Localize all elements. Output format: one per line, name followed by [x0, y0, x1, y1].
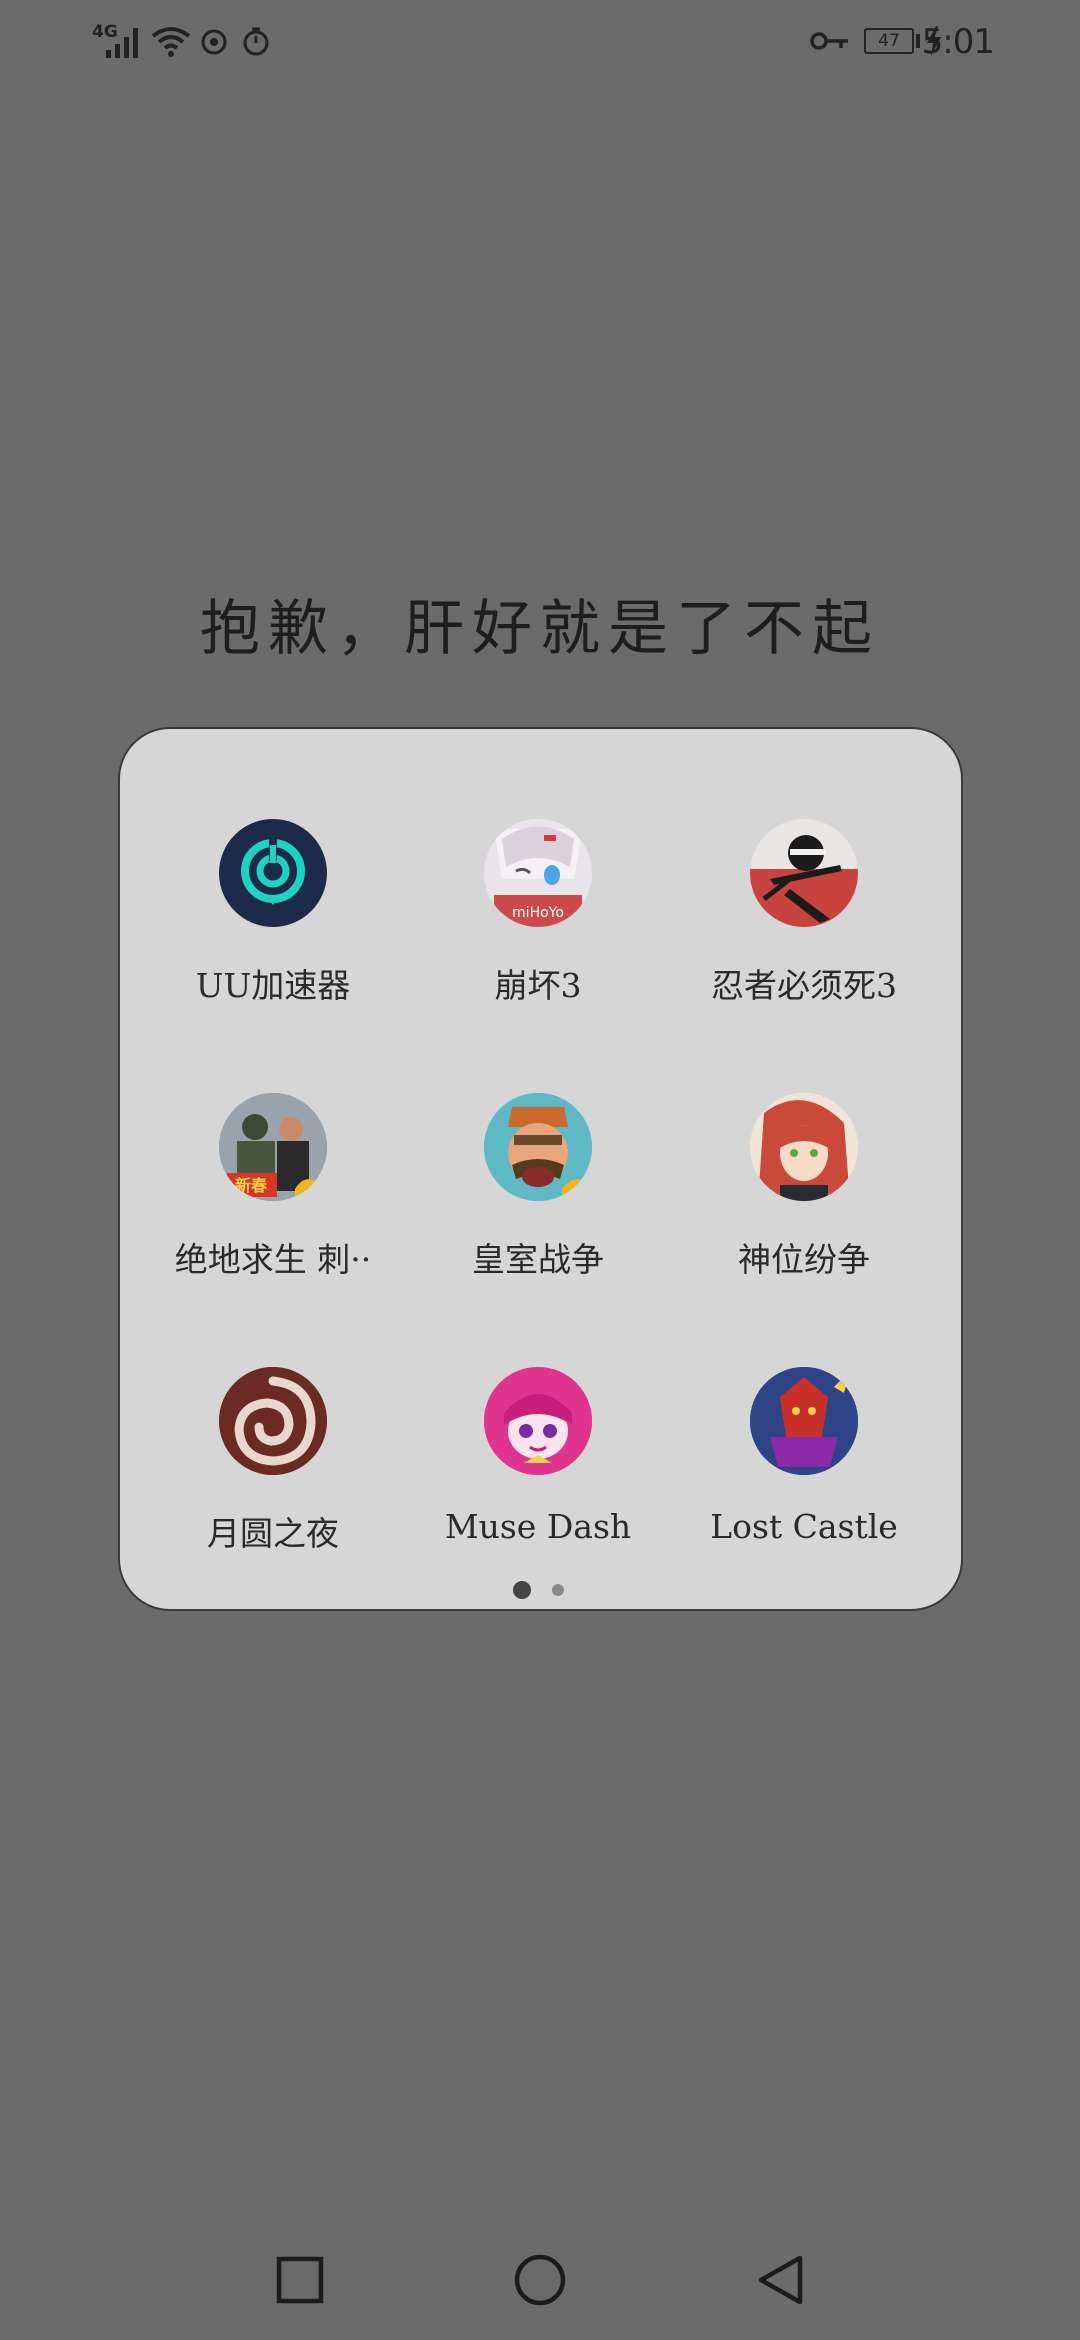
honkai-impact-icon: miHoYo	[484, 819, 592, 927]
battery-cap	[916, 34, 920, 48]
app-lost-castle[interactable]: Lost Castle	[664, 1367, 944, 1597]
app-pubg-mobile[interactable]: 新春 绝地求生 刺··	[133, 1093, 413, 1323]
page-indicator-dot-active[interactable]	[513, 1581, 531, 1599]
svg-text:新春: 新春	[235, 1176, 268, 1195]
signal-icon	[106, 28, 138, 58]
app-label: 崩坏3	[494, 966, 582, 1005]
app-label: Muse Dash	[444, 1507, 632, 1546]
app-honkai-impact[interactable]: miHoYo 崩坏3	[398, 819, 678, 1049]
uu-accelerator-icon	[219, 819, 327, 927]
divine-dispute-icon	[750, 1093, 858, 1201]
battery-icon: 47	[864, 28, 914, 54]
clock: 5:01	[921, 22, 995, 62]
app-clash-royale[interactable]: 皇室战争	[398, 1093, 678, 1323]
home-button[interactable]	[514, 2254, 566, 2306]
svg-text:miHoYo: miHoYo	[512, 905, 564, 921]
app-uu-accelerator[interactable]: UU加速器	[133, 819, 413, 1049]
status-bar: 4G 47 5:01	[0, 0, 1080, 84]
timer-icon	[243, 27, 269, 56]
pubg-mobile-icon: 新春	[219, 1093, 327, 1201]
location-icon	[201, 29, 227, 55]
app-muse-dash[interactable]: Muse Dash	[398, 1367, 678, 1597]
muse-dash-icon	[484, 1367, 592, 1475]
app-label: 忍者必须死3	[711, 966, 897, 1005]
page-indicator-dot[interactable]	[552, 1584, 564, 1596]
app-ninja-must-die[interactable]: 忍者必须死3	[664, 819, 944, 1049]
app-label: 月圆之夜	[207, 1514, 339, 1553]
app-full-moon-night[interactable]: 月圆之夜	[133, 1367, 413, 1597]
ninja-must-die-icon	[750, 819, 858, 927]
clash-royale-icon	[484, 1093, 592, 1201]
full-moon-night-icon	[219, 1367, 327, 1475]
back-button[interactable]	[756, 2254, 804, 2306]
app-label: Lost Castle	[710, 1507, 898, 1546]
app-label: UU加速器	[195, 966, 351, 1005]
lost-castle-icon	[750, 1367, 858, 1475]
app-label: 绝地求生 刺··	[174, 1240, 372, 1279]
folder-panel: UU加速器 miHoYo 崩坏3 忍者必须死3 新春 绝地求生 刺·· 皇室战争…	[118, 727, 963, 1611]
folder-title[interactable]: 抱歉，肝好就是了不起	[0, 580, 1080, 667]
app-divine-dispute[interactable]: 神位纷争	[664, 1093, 944, 1323]
recent-apps-button[interactable]	[276, 2256, 324, 2304]
app-label: 神位纷争	[738, 1240, 870, 1279]
wifi-icon	[151, 27, 191, 57]
key-icon	[810, 32, 848, 50]
app-label: 皇室战争	[472, 1240, 604, 1279]
